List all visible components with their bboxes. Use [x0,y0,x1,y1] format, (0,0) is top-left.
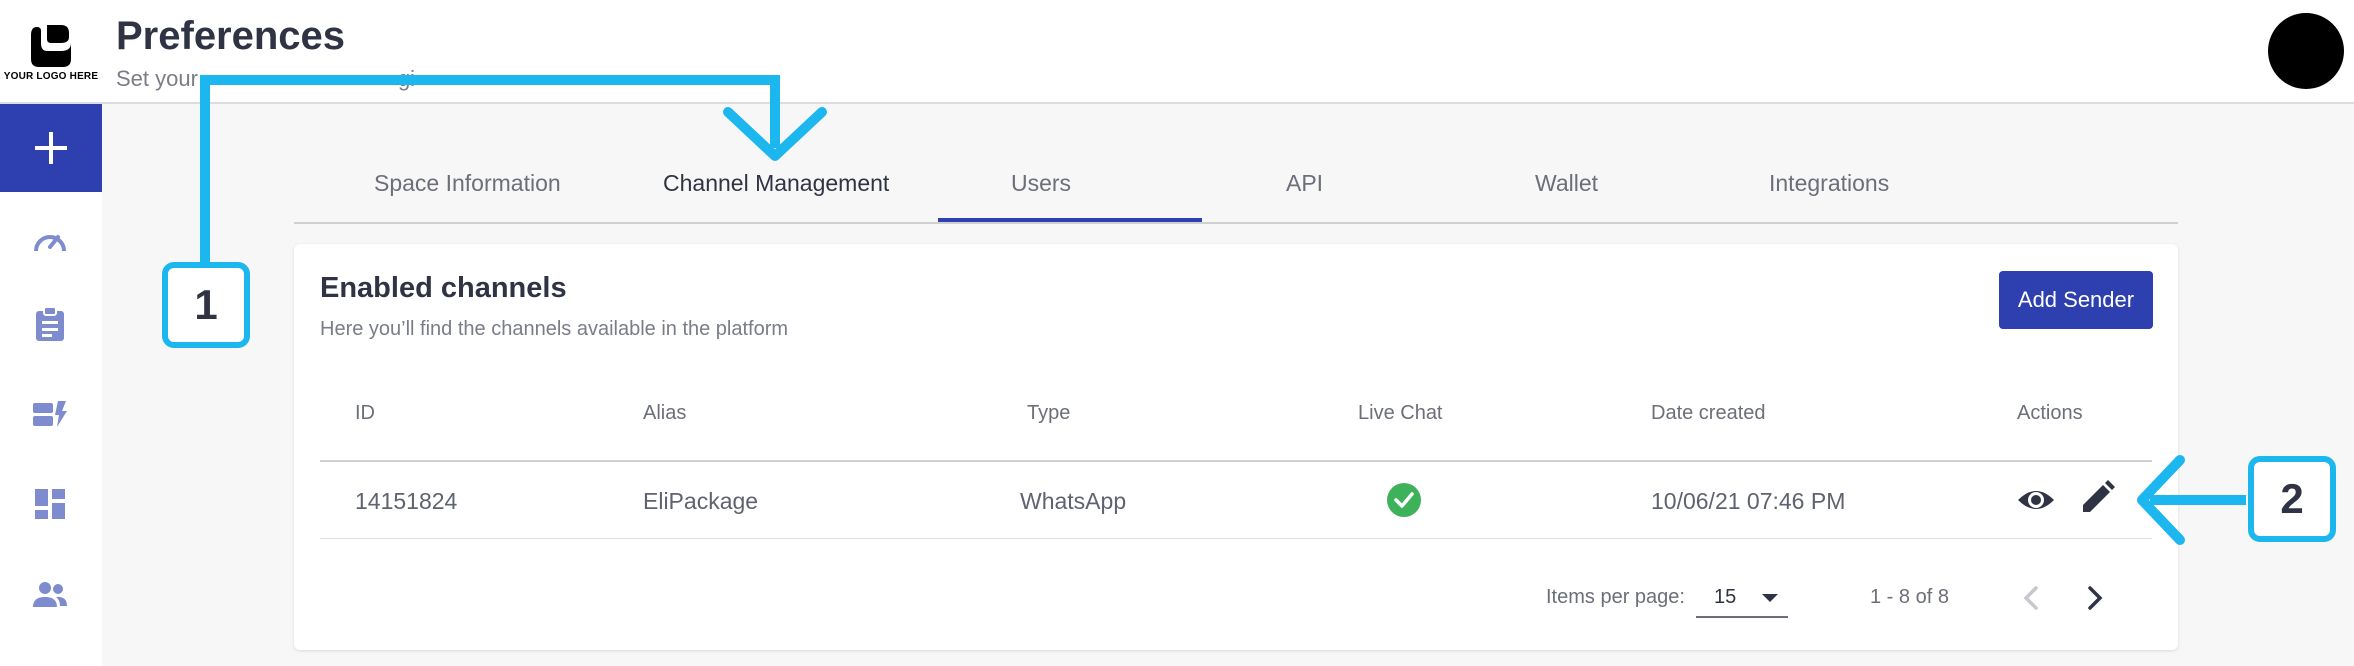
chevron-right-icon[interactable] [2080,584,2108,612]
avatar[interactable] [2268,13,2344,89]
page-subtitle-head: Set your [116,66,198,91]
logo[interactable]: YOUR LOGO HERE [0,0,102,104]
sidebar-item-users[interactable] [30,574,70,614]
plus-icon [35,132,67,164]
items-per-page-value: 15 [1714,586,1737,608]
sidebar-item-reports[interactable] [30,304,70,344]
active-tab-indicator [938,218,1202,222]
logo-text: YOUR LOGO HERE [3,70,99,82]
cell-date-created: 10/06/21 07:46 PM [1651,488,1846,514]
column-header-actions: Actions [2017,402,2083,424]
add-sender-button[interactable]: Add Sender [1999,271,2153,329]
table-row-divider [320,538,2152,539]
tab-space-information[interactable]: Space Information [374,170,561,197]
sidebar-item-campaigns[interactable] [30,394,70,434]
column-header-live-chat[interactable]: Live Chat [1358,402,1443,425]
items-per-page-label: Items per page: [1546,586,1685,608]
clipboard-icon [36,306,64,341]
chevron-left-icon[interactable] [2018,584,2046,612]
sidebar-add-button[interactable] [0,104,102,192]
logo-icon [31,23,71,67]
tab-wallet[interactable]: Wallet [1535,170,1598,197]
page-subtitle: Set your gi [116,66,415,92]
sidebar-item-dashboard-speed[interactable] [30,220,70,260]
view-eye-icon[interactable] [2016,482,2056,518]
items-per-page-select[interactable]: 15 [1696,574,1788,618]
speedometer-icon [34,235,66,252]
sidebar [0,104,102,666]
live-chat-check-icon [1387,483,1421,517]
channels-card: Enabled channels Here you’ll find the ch… [294,244,2178,650]
callout-2: 2 [2248,456,2336,542]
campaign-icon [33,401,67,427]
callout-1: 1 [162,262,250,348]
sidebar-item-dashboard[interactable] [30,484,70,524]
card-title: Enabled channels [320,272,567,304]
users-icon [33,582,67,607]
pagination-range: 1 - 8 of 8 [1870,586,1949,608]
table-header-divider [320,460,2152,462]
tab-users[interactable]: Users [1011,170,1071,197]
column-header-type[interactable]: Type [1027,402,1070,425]
app-header: YOUR LOGO HERE Preferences Set your gi [0,0,2354,104]
page-title: Preferences [116,14,346,58]
cell-type: WhatsApp [1020,488,1127,514]
cell-id: 14151824 [355,488,458,514]
column-header-id[interactable]: ID [355,402,375,425]
tab-api[interactable]: API [1286,170,1323,197]
edit-pencil-icon[interactable] [2079,480,2115,516]
column-header-date-created[interactable]: Date created [1651,402,1766,425]
cell-alias: EliPackage [643,488,759,514]
tab-integrations[interactable]: Integrations [1769,170,1889,197]
dashboard-icon [35,489,65,519]
tab-channel-management[interactable]: Channel Management [663,170,889,197]
tab-bar: Space Information Channel Management Use… [294,150,2178,224]
card-subtitle: Here you’ll find the channels available … [320,318,789,340]
page-subtitle-tail: gi [397,66,416,91]
caret-down-icon [1762,594,1778,602]
column-header-alias[interactable]: Alias [643,402,686,425]
